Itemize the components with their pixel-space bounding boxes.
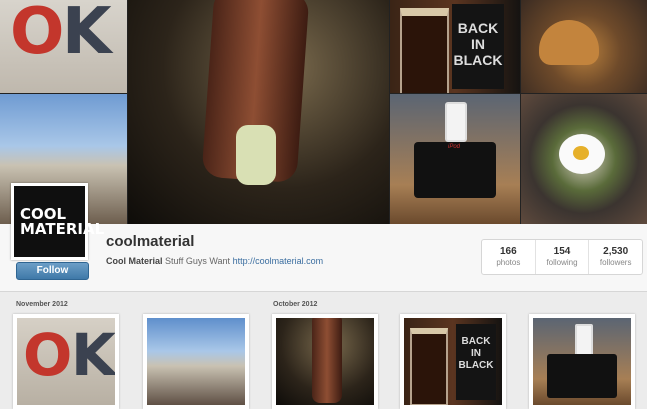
banner-photo-beer[interactable]: BACK IN BLACK — [390, 0, 520, 93]
stat-following-count: 154 — [553, 246, 571, 257]
photo-image — [533, 318, 631, 405]
thumb-beer-can-line1: BACK IN — [461, 336, 491, 359]
thumb-letter-k: K — [71, 321, 115, 389]
banner-photo-ok-letters[interactable]: O K — [0, 0, 127, 93]
stat-photos-label: photos — [496, 258, 521, 267]
beer-can: BACK IN BLACK — [452, 4, 504, 89]
bio-text: Stuff Guys Want — [165, 256, 231, 266]
profile-banner: O K BACK IN BLACK iPod — [0, 0, 647, 224]
photo-image — [276, 318, 374, 405]
thumb-letter-o: O — [23, 321, 73, 389]
beer-can-line1: BACK IN — [457, 20, 499, 52]
stat-photos[interactable]: 166 photos — [482, 240, 536, 274]
thumb-beer-can-line2: BLACK — [458, 360, 494, 371]
stats-box: 166 photos 154 following 2,530 followers — [481, 239, 643, 275]
photo-image: BACK IN BLACK — [404, 318, 502, 405]
thumb-phone — [575, 324, 593, 356]
fried-egg — [559, 134, 605, 174]
thumb-beer-can: BACK IN BLACK — [456, 324, 496, 400]
stat-following-label: following — [546, 258, 578, 267]
bio: Cool Material Stuff Guys Want http://coo… — [106, 256, 323, 266]
letter-o: O — [10, 0, 65, 69]
avatar-line2: MATERIAL — [20, 219, 105, 238]
stat-photos-count: 166 — [499, 246, 517, 257]
stat-followers-count: 2,530 — [603, 246, 629, 257]
thumb-dock-speaker — [547, 354, 617, 398]
phone — [445, 102, 467, 142]
photo-image — [147, 318, 245, 405]
follow-button[interactable]: Follow — [16, 262, 89, 280]
photo-thumb[interactable]: BACK IN BLACK — [400, 314, 506, 409]
photo-thumb[interactable] — [529, 314, 635, 409]
photo-thumb[interactable] — [143, 314, 249, 409]
beer-can-line2: BLACK — [453, 52, 503, 68]
avatar[interactable]: COOL MATERIAL — [11, 183, 105, 260]
stat-followers[interactable]: 2,530 followers — [589, 240, 642, 274]
banner-photo-beer-tap[interactable] — [128, 0, 389, 224]
stat-following[interactable]: 154 following — [536, 240, 590, 274]
photo-thumb[interactable] — [272, 314, 378, 409]
stat-followers-label: followers — [599, 258, 632, 267]
dock-speaker: iPod — [414, 142, 496, 198]
section-label-october: October 2012 — [273, 301, 318, 308]
thumb-tap-handle — [312, 318, 342, 403]
username: coolmaterial — [106, 233, 195, 250]
banner-photo-ipod-dock[interactable]: iPod — [390, 94, 520, 224]
thumb-beer-glass — [410, 328, 448, 405]
dock-brand: iPod — [448, 144, 461, 150]
banner-photo-bowl[interactable] — [521, 94, 647, 224]
tap-nozzle — [236, 125, 276, 185]
photo-image: O K — [17, 318, 115, 405]
section-label-november: November 2012 — [16, 301, 68, 308]
bio-name: Cool Material — [106, 256, 163, 266]
letter-k: K — [62, 0, 112, 69]
photo-thumb[interactable]: O K — [13, 314, 119, 409]
bio-link[interactable]: http://coolmaterial.com — [233, 256, 324, 266]
beer-glass — [400, 8, 449, 93]
banner-photo-burger[interactable] — [521, 0, 647, 93]
burger — [539, 20, 599, 65]
